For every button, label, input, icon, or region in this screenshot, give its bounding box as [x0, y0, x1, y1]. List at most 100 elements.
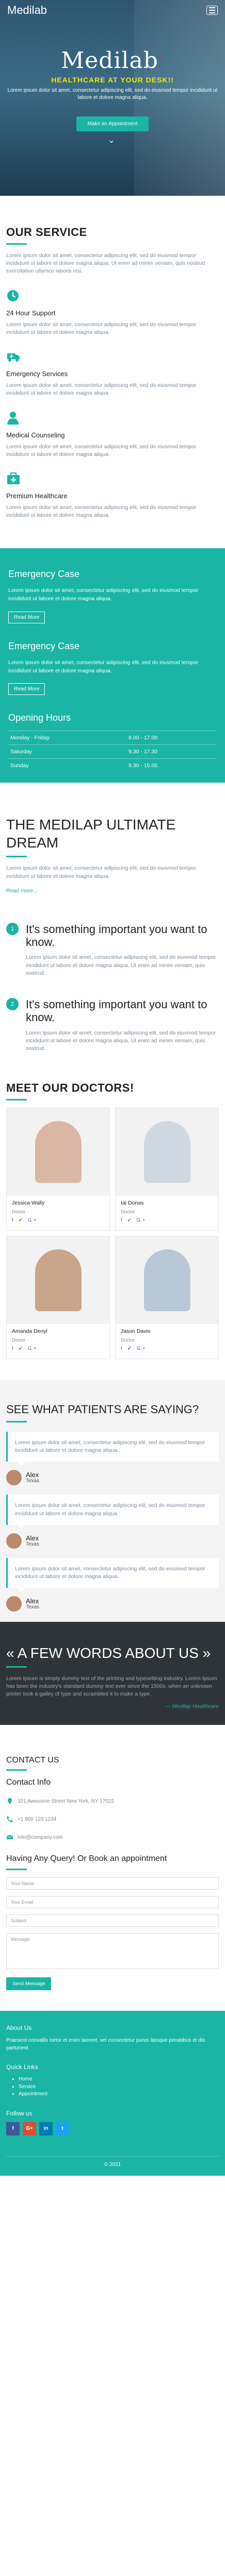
- emergency-text: Lorem ipsum dolor sit amet, consectetur …: [8, 659, 199, 674]
- google-plus-icon[interactable]: G+: [23, 2122, 36, 2136]
- facebook-icon[interactable]: f: [6, 2122, 20, 2136]
- footer: About Us Praesent convallis tortor et en…: [0, 2011, 225, 2176]
- testimonial-quote: Lorem ipsum dolor sit amet, consectetur …: [6, 1557, 219, 1592]
- footer-about-text: Praesent convallis tortor et enim laoree…: [6, 2038, 205, 2052]
- cross-icon: +: [158, 54, 164, 62]
- emergency-text: Lorem ipsum dolor sit amet, consectetur …: [8, 587, 199, 602]
- doctor-card[interactable]: Iai Donas Doctor f ✔ G+: [115, 1108, 219, 1231]
- feature-number: 2: [6, 998, 19, 1011]
- about-title: « A FEW WORDS ABOUT US »: [6, 1645, 211, 1662]
- doctor-card[interactable]: Jessica Wally Doctor f ✔ G+: [6, 1108, 110, 1231]
- hamburger-icon[interactable]: [206, 6, 218, 15]
- send-button[interactable]: Send Message: [6, 1977, 52, 1991]
- contact-info-title: Contact Info: [6, 1778, 51, 1787]
- footer-link[interactable]: Appointment: [19, 2091, 219, 2098]
- contact-email: info@company.com: [6, 1834, 219, 1841]
- doctor-card[interactable]: Jason Davis Doctor f ✔ G+: [115, 1236, 219, 1360]
- feature-text: Lorem ipsum dolor sit amet, consectetur …: [26, 1029, 216, 1052]
- feature-number: 1: [6, 922, 19, 935]
- hero-title: Medilab+: [61, 47, 164, 74]
- table-row: Monday - Friday 8.00 - 17.00: [8, 731, 217, 745]
- service-item: Premium Healthcare Lorem ipsum dolor sit…: [6, 461, 219, 519]
- doctor-role: Doctor: [121, 1209, 135, 1215]
- name-field[interactable]: Your Name: [6, 1877, 219, 1890]
- doctor-photo: [35, 1121, 82, 1183]
- doctor-card[interactable]: Amanda Denyl Doctor f ✔ G+: [6, 1236, 110, 1360]
- subject-field[interactable]: Subject: [6, 1914, 219, 1927]
- doctor-name: Amanda Denyl: [12, 1328, 47, 1335]
- service-item: 24 Hour Support Lorem ipsum dolor sit am…: [6, 278, 219, 336]
- section-title: OUR SERVICE: [6, 226, 87, 239]
- service-text: Lorem ipsum dolor sit amet, consectetur …: [6, 382, 197, 397]
- contact-section: CONTACT US Contact Info 321 Awesome Stre…: [0, 1725, 225, 1991]
- hero-text: Lorem ipsum dolor sit amet, consectetur …: [7, 88, 218, 100]
- feature-item: 2 It's something important you want to k…: [6, 998, 219, 1053]
- divider: [6, 856, 27, 858]
- read-more-link[interactable]: Read more...: [6, 888, 219, 894]
- services-intro: Lorem ipsum dolor sit amet, consectetur …: [6, 252, 205, 275]
- divider: [6, 1420, 27, 1422]
- dream-text: Lorem ipsum dolor sit amet, consectetur …: [6, 865, 197, 879]
- follow-title: Follow us: [6, 2109, 33, 2117]
- doctors-section: MEET OUR DOCTORS! Jessica Wally Doctor f ✔…: [0, 1053, 225, 1360]
- social-icons[interactable]: f ✔ G+: [7, 1214, 109, 1223]
- twitter-icon[interactable]: t: [56, 2122, 69, 2136]
- feature-title: It's something important you want to kno…: [26, 922, 207, 949]
- testimonial-author: Alex Texas: [6, 1470, 219, 1486]
- footer-about-title: About Us: [6, 2024, 32, 2032]
- doctor-name: Iai Donas: [121, 1200, 144, 1207]
- doctor-photo: [143, 1249, 190, 1312]
- social-links: f G+ in t: [6, 2122, 219, 2136]
- service-title: Medical Counseling: [6, 431, 65, 439]
- footer-link[interactable]: Service: [19, 2083, 219, 2091]
- social-icons[interactable]: f ✔ G+: [116, 1214, 218, 1223]
- section-title: CONTACT US: [6, 1756, 59, 1765]
- section-title: MEET OUR DOCTORS!: [6, 1081, 134, 1095]
- footer-links-title: Quick Links: [6, 2063, 39, 2071]
- service-title: 24 Hour Support: [6, 309, 56, 317]
- appointment-button[interactable]: Make an Appointment: [76, 116, 149, 131]
- contact-phone: +1 800 123 1234: [6, 1816, 219, 1823]
- form-title: Having Any Query! Or Book an appointment: [6, 1854, 167, 1863]
- feature-text: Lorem ipsum dolor sit amet, consectetur …: [26, 954, 216, 976]
- envelope-icon: [6, 1835, 13, 1840]
- copyright: © 2021: [6, 2156, 219, 2167]
- email-field[interactable]: Your Email: [6, 1896, 219, 1909]
- site-logo[interactable]: Medilab: [7, 4, 47, 17]
- divider: [6, 243, 27, 245]
- table-row: Saturday 9.30 - 17.30: [8, 744, 217, 759]
- contact-address: 321 Awesome Street New York, NY 17022: [6, 1798, 219, 1805]
- ambulance-icon: [7, 353, 20, 362]
- hero-banner: Medilab+ HEALTHCARE AT YOUR DESK!! Lorem…: [0, 0, 225, 196]
- hero-subtitle: HEALTHCARE AT YOUR DESK!!: [51, 76, 174, 84]
- dream-title: THE MEDILAP ULTIMATE DREAM: [6, 817, 176, 851]
- service-text: Lorem ipsum dolor sit amet, consectetur …: [6, 443, 197, 457]
- read-more-button[interactable]: Read More: [8, 611, 45, 623]
- about-signature: — Medilap Healthcare: [165, 1703, 219, 1710]
- doctor-name: Jessica Wally: [12, 1200, 45, 1207]
- service-title: Premium Healthcare: [6, 492, 68, 500]
- read-more-button[interactable]: Read More: [8, 683, 45, 696]
- avatar: [6, 1533, 22, 1549]
- service-item: Emergency Services Lorem ipsum dolor sit…: [6, 338, 219, 397]
- testimonial-quote: Lorem ipsum dolor sit amet, consectetur …: [6, 1431, 219, 1466]
- avatar: [6, 1470, 22, 1486]
- linkedin-icon[interactable]: in: [39, 2122, 53, 2136]
- doctor-photo: [143, 1121, 190, 1183]
- medkit-icon: [7, 472, 20, 484]
- doctor-role: Doctor: [12, 1209, 26, 1215]
- top-nav: Medilab: [0, 0, 225, 21]
- doctor-photo: [35, 1249, 82, 1312]
- table-row: Sunday 9.30 - 15.00: [8, 758, 217, 773]
- about-section: « A FEW WORDS ABOUT US » Lorem Ipsum is …: [0, 1622, 225, 1725]
- emergency-section: Emergency Case Lorem ipsum dolor sit ame…: [0, 548, 225, 783]
- footer-link[interactable]: Home: [19, 2076, 219, 2083]
- divider: [6, 1769, 27, 1771]
- chevron-down-icon[interactable]: ⌄: [108, 135, 115, 145]
- doctor-icon: [7, 411, 19, 425]
- service-text: Lorem ipsum dolor sit amet, consectetur …: [6, 504, 197, 519]
- message-field[interactable]: Message: [6, 1933, 219, 1970]
- social-icons[interactable]: f ✔ G+: [7, 1343, 109, 1351]
- social-icons[interactable]: f ✔ G+: [116, 1343, 218, 1351]
- testimonials-section: SEE WHAT PATIENTS ARE SAYING? Lorem ipsu…: [0, 1380, 225, 1622]
